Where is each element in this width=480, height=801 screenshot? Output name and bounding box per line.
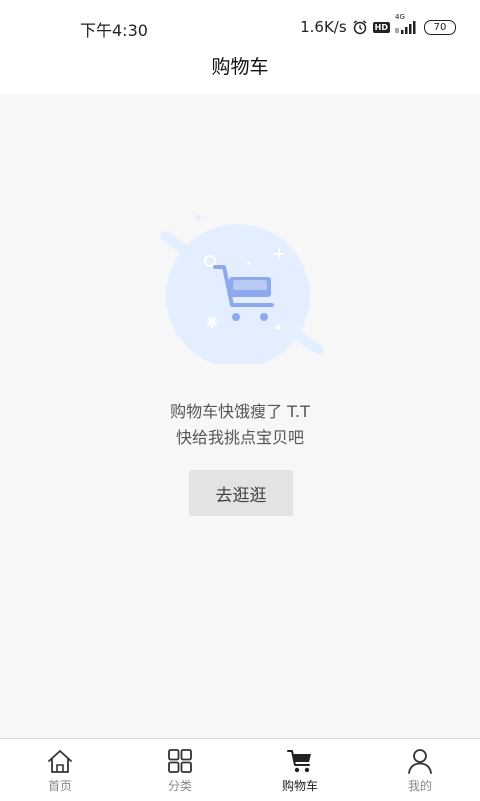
page-title: 购物车: [211, 56, 269, 78]
alarm-icon: [352, 19, 368, 35]
4g-signal-icon: 4G: [395, 13, 419, 34]
status-bar: 下午4:30 1.6K/s HD 4G 70: [0, 0, 480, 52]
category-grid-icon: [168, 749, 192, 773]
tab-label: 我的: [407, 779, 432, 793]
user-icon: [408, 749, 432, 774]
status-indicators: 1.6K/s HD 4G 70: [300, 13, 456, 37]
tab-label: 购物车: [281, 779, 318, 793]
home-icon: [48, 750, 72, 773]
empty-cart-hint: 快给我挑点宝贝吧: [175, 428, 304, 447]
empty-cart-icon: [160, 215, 324, 364]
hd-icon: HD: [372, 21, 390, 33]
battery-indicator: 70: [424, 19, 456, 35]
tab-cart[interactable]: 购物车: [240, 739, 360, 801]
cart-content: 购物车快饿瘦了 T.T 快给我挑点宝贝吧 去逛逛: [0, 94, 480, 738]
tab-label: 首页: [47, 779, 72, 793]
tab-label: 分类: [167, 779, 192, 793]
tab-home[interactable]: 首页: [0, 739, 120, 801]
nav-header: 购物车: [0, 52, 480, 94]
tab-profile[interactable]: 我的: [360, 739, 480, 801]
bottom-tab-bar: 首页 分类 购物车 我的: [0, 738, 480, 801]
status-time: 下午4:30: [80, 21, 148, 40]
tab-category[interactable]: 分类: [120, 739, 240, 801]
go-shopping-button[interactable]: 去逛逛: [189, 470, 293, 516]
empty-cart-message: 购物车快饿瘦了 T.T: [170, 402, 310, 421]
cart-icon: [287, 750, 311, 773]
network-speed: 1.6K/s: [300, 18, 347, 36]
network-type: 4G: [395, 13, 405, 21]
